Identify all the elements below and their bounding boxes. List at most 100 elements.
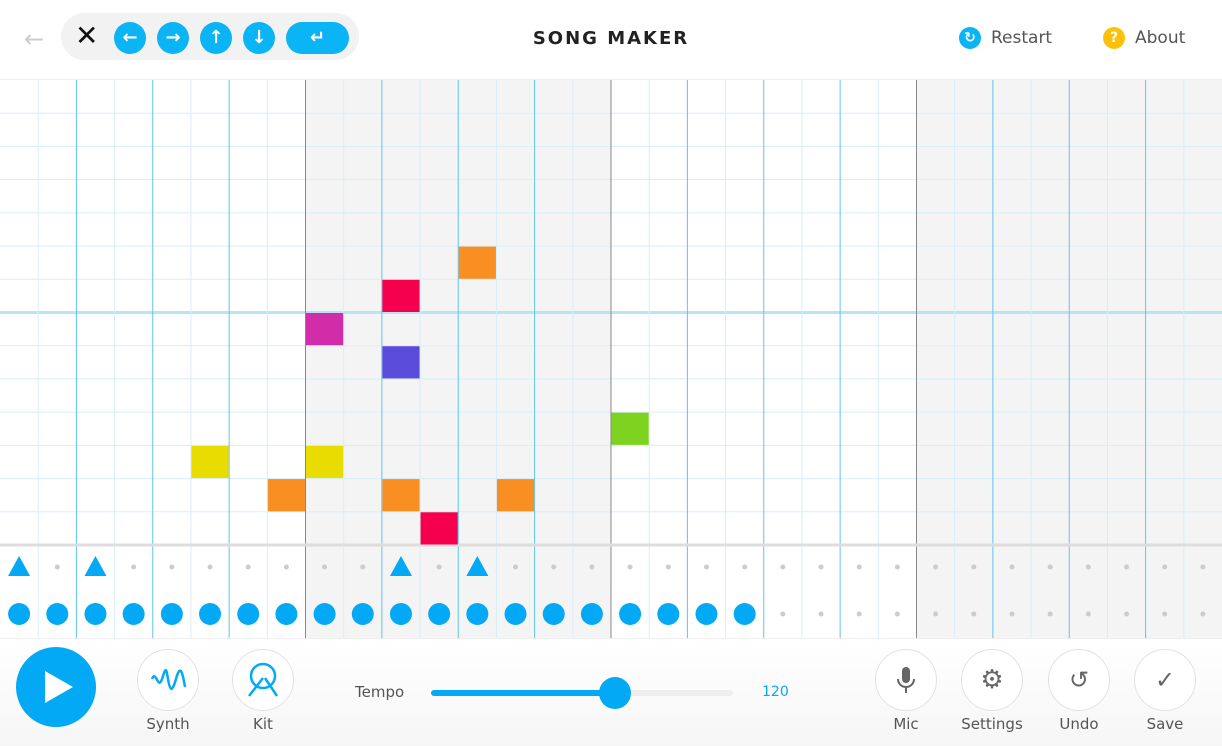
tempo-fill bbox=[431, 690, 616, 696]
percussion-circle[interactable] bbox=[580, 603, 603, 625]
percussion-dot[interactable] bbox=[1124, 564, 1130, 570]
percussion-dot[interactable] bbox=[1200, 611, 1206, 617]
percussion-dot[interactable] bbox=[780, 564, 786, 570]
melody-grid[interactable] bbox=[0, 80, 1222, 638]
waveform-icon bbox=[150, 668, 187, 690]
header: ← ✕ ← → ↑ ↓ ↵ SONG MAKER ↻ Restart ? Abo… bbox=[0, 0, 1222, 80]
note[interactable] bbox=[306, 313, 344, 346]
synth-label: Synth bbox=[146, 715, 190, 733]
percussion-dot[interactable] bbox=[933, 611, 939, 617]
percussion-dot[interactable] bbox=[360, 564, 366, 570]
percussion-dot[interactable] bbox=[627, 564, 633, 570]
mic-button[interactable]: Mic bbox=[874, 649, 938, 733]
percussion-dot[interactable] bbox=[780, 611, 786, 617]
mic-label: Mic bbox=[893, 715, 919, 733]
percussion-dot[interactable] bbox=[971, 564, 977, 570]
note[interactable] bbox=[496, 479, 535, 512]
percussion-dot[interactable] bbox=[1009, 611, 1015, 617]
percussion-circle[interactable] bbox=[504, 603, 527, 625]
percussion-dot[interactable] bbox=[933, 564, 939, 570]
percussion-circle[interactable] bbox=[46, 603, 69, 625]
settings-label: Settings bbox=[961, 715, 1023, 733]
percussion-dot[interactable] bbox=[1162, 564, 1168, 570]
percussion-dot[interactable] bbox=[665, 564, 671, 570]
percussion-dot[interactable] bbox=[1200, 564, 1206, 570]
percussion-dot[interactable] bbox=[894, 564, 900, 570]
percussion-dot[interactable] bbox=[169, 564, 175, 570]
settings-button[interactable]: ⚙ Settings bbox=[960, 649, 1024, 733]
note[interactable] bbox=[191, 445, 229, 479]
percussion-circle[interactable] bbox=[389, 603, 412, 625]
note[interactable] bbox=[458, 246, 496, 279]
restart-label: Restart bbox=[991, 28, 1053, 48]
percussion-dot[interactable] bbox=[131, 564, 137, 570]
note[interactable] bbox=[420, 512, 458, 545]
percussion-circle[interactable] bbox=[84, 603, 107, 625]
toolbar: Synth Kit Tempo 120 Mic ⚙ Settings ↺ Und… bbox=[0, 638, 1222, 746]
percussion-circle[interactable] bbox=[199, 603, 222, 625]
note[interactable] bbox=[306, 445, 344, 479]
percussion-dot[interactable] bbox=[1085, 564, 1091, 570]
save-label: Save bbox=[1146, 715, 1184, 733]
percussion-circle[interactable] bbox=[122, 603, 145, 625]
percussion-triangle[interactable] bbox=[8, 556, 31, 576]
microphone-icon bbox=[897, 667, 915, 693]
percussion-circle[interactable] bbox=[160, 603, 183, 625]
percussion-circle[interactable] bbox=[237, 603, 260, 625]
percussion-circle[interactable] bbox=[428, 603, 451, 625]
percussion-circle[interactable] bbox=[619, 603, 642, 625]
tempo-label: Tempo bbox=[355, 683, 405, 701]
percussion-dot[interactable] bbox=[207, 564, 213, 570]
percussion-dot[interactable] bbox=[436, 564, 442, 570]
percussion-circle[interactable] bbox=[8, 603, 31, 625]
about-label: About bbox=[1135, 28, 1186, 48]
percussion-circle[interactable] bbox=[466, 603, 489, 625]
restart-button[interactable]: ↻ Restart bbox=[959, 27, 1052, 49]
percussion-circle[interactable] bbox=[695, 603, 718, 625]
note[interactable] bbox=[611, 412, 649, 445]
percussion-circle[interactable] bbox=[542, 603, 565, 625]
undo-label: Undo bbox=[1059, 715, 1099, 733]
percussion-dot[interactable] bbox=[245, 564, 251, 570]
percussion-dot[interactable] bbox=[1124, 611, 1130, 617]
percussion-dot[interactable] bbox=[1009, 564, 1015, 570]
percussion-circle[interactable] bbox=[313, 603, 336, 625]
kit-button[interactable]: Kit bbox=[231, 649, 295, 733]
percussion-circle[interactable] bbox=[351, 603, 374, 625]
undo-button[interactable]: ↺ Undo bbox=[1047, 649, 1111, 733]
note[interactable] bbox=[382, 479, 420, 512]
percussion-dot[interactable] bbox=[1162, 611, 1168, 617]
percussion-circle[interactable] bbox=[733, 603, 756, 625]
percussion-dot[interactable] bbox=[742, 564, 748, 570]
percussion-dot[interactable] bbox=[322, 564, 328, 570]
percussion-dot[interactable] bbox=[856, 564, 862, 570]
note[interactable] bbox=[267, 479, 305, 512]
percussion-dot[interactable] bbox=[1085, 611, 1091, 617]
tempo-slider[interactable] bbox=[431, 677, 733, 709]
note[interactable] bbox=[382, 279, 420, 312]
percussion-dot[interactable] bbox=[703, 564, 709, 570]
percussion-dot[interactable] bbox=[818, 611, 824, 617]
percussion-dot[interactable] bbox=[971, 611, 977, 617]
percussion-dot[interactable] bbox=[551, 564, 557, 570]
percussion-triangle[interactable] bbox=[84, 556, 107, 576]
percussion-dot[interactable] bbox=[1047, 611, 1053, 617]
tempo-thumb[interactable] bbox=[599, 677, 632, 709]
percussion-dot[interactable] bbox=[283, 564, 289, 570]
percussion-circle[interactable] bbox=[275, 603, 298, 625]
kit-label: Kit bbox=[253, 715, 273, 733]
percussion-dot[interactable] bbox=[513, 564, 519, 570]
drum-icon bbox=[248, 662, 279, 697]
percussion-dot[interactable] bbox=[589, 564, 595, 570]
percussion-dot[interactable] bbox=[818, 564, 824, 570]
synth-button[interactable]: Synth bbox=[136, 649, 200, 733]
percussion-dot[interactable] bbox=[1047, 564, 1053, 570]
percussion-dot[interactable] bbox=[54, 564, 60, 570]
percussion-dot[interactable] bbox=[856, 611, 862, 617]
percussion-circle[interactable] bbox=[657, 603, 680, 625]
save-button[interactable]: ✓ Save bbox=[1133, 649, 1197, 733]
note[interactable] bbox=[382, 346, 420, 379]
about-button[interactable]: ? About bbox=[1103, 27, 1185, 49]
play-button[interactable] bbox=[16, 647, 96, 727]
percussion-dot[interactable] bbox=[894, 611, 900, 617]
